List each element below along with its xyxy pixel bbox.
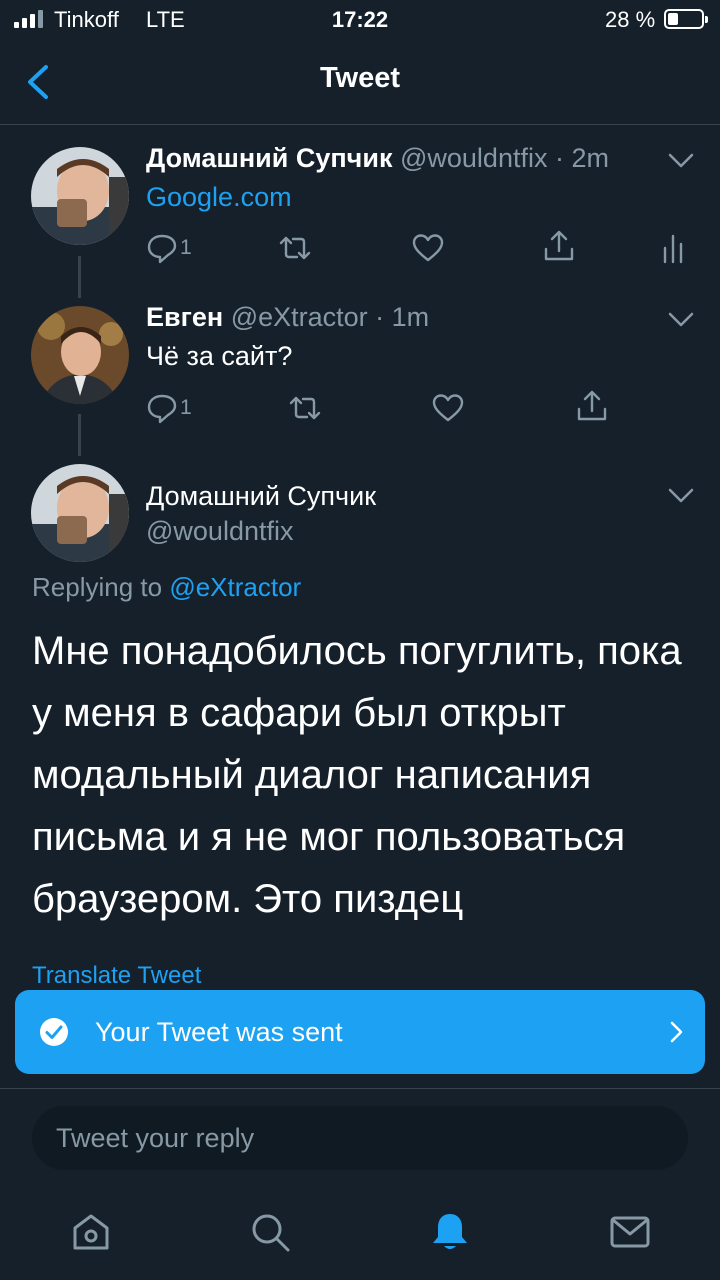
- tweet-age: 2m: [571, 143, 609, 173]
- reply-button[interactable]: 1: [146, 230, 192, 266]
- like-button[interactable]: [432, 390, 464, 426]
- author-name[interactable]: Домашний Супчик: [146, 481, 376, 512]
- share-button[interactable]: [576, 388, 608, 424]
- status-bar: Tinkoff LTE 17:22 28 %: [0, 0, 720, 40]
- avatar[interactable]: [31, 464, 129, 562]
- analytics-icon: [663, 234, 683, 264]
- retweet-button[interactable]: [278, 230, 312, 266]
- nav-bar: Tweet: [0, 40, 720, 125]
- tweet-age: 1m: [391, 302, 430, 332]
- check-circle-icon: [40, 1018, 68, 1046]
- tweet-text: Чё за сайт?: [146, 341, 293, 371]
- retweet-icon: [289, 396, 321, 420]
- chevron-down-icon[interactable]: [668, 312, 694, 328]
- chevron-right-icon: [670, 1021, 683, 1043]
- reply-icon: [147, 234, 177, 264]
- reply-count: 1: [180, 396, 192, 419]
- author-handle[interactable]: @wouldntfix: [146, 516, 293, 547]
- thread-connector: [78, 256, 81, 298]
- analytics-button[interactable]: [662, 230, 684, 266]
- reply-input[interactable]: [56, 1106, 656, 1170]
- like-button[interactable]: [412, 230, 444, 266]
- avatar[interactable]: [31, 147, 129, 245]
- battery-icon: [664, 9, 708, 29]
- retweet-icon: [279, 236, 311, 260]
- replying-to: Replying to @eXtractor: [32, 572, 301, 603]
- divider: [0, 1088, 720, 1089]
- author-name[interactable]: Домашний Супчик: [146, 143, 392, 173]
- reply-count: 1: [180, 236, 192, 259]
- share-button[interactable]: [543, 228, 575, 264]
- notifications-icon[interactable]: [428, 1210, 472, 1254]
- home-icon[interactable]: [69, 1210, 113, 1254]
- reply-button[interactable]: 1: [146, 390, 192, 426]
- battery-percent: 28 %: [605, 7, 656, 32]
- chevron-down-icon[interactable]: [668, 488, 694, 504]
- share-icon: [577, 390, 607, 421]
- heart-icon: [432, 394, 464, 422]
- separator-dot: ·: [367, 302, 392, 332]
- chevron-down-icon[interactable]: [668, 153, 694, 169]
- heart-icon: [412, 234, 444, 262]
- author-handle[interactable]: @eXtractor: [231, 302, 368, 332]
- replying-prefix: Replying to: [32, 572, 163, 602]
- author-name[interactable]: Евген: [146, 302, 223, 332]
- tweet-sent-toast[interactable]: Your Tweet was sent: [15, 990, 705, 1074]
- tweet-link[interactable]: Google.com: [146, 182, 292, 213]
- page-title: Tweet: [319, 62, 401, 94]
- share-icon: [544, 230, 574, 261]
- translate-tweet-link[interactable]: Translate Tweet: [32, 962, 201, 990]
- messages-icon[interactable]: [608, 1210, 652, 1254]
- replying-to-handle[interactable]: @eXtractor: [169, 572, 301, 602]
- thread-connector: [78, 414, 81, 456]
- retweet-button[interactable]: [288, 390, 322, 426]
- reply-composer[interactable]: [32, 1106, 688, 1170]
- author-handle[interactable]: @wouldntfix: [400, 143, 547, 173]
- separator-dot: ·: [547, 143, 572, 173]
- toast-message: Your Tweet was sent: [95, 1017, 343, 1047]
- search-icon[interactable]: [248, 1210, 292, 1254]
- reply-icon: [147, 394, 177, 424]
- avatar[interactable]: [31, 306, 129, 404]
- main-tweet-text: Мне понадобилось погуглить, пока у меня …: [32, 629, 682, 921]
